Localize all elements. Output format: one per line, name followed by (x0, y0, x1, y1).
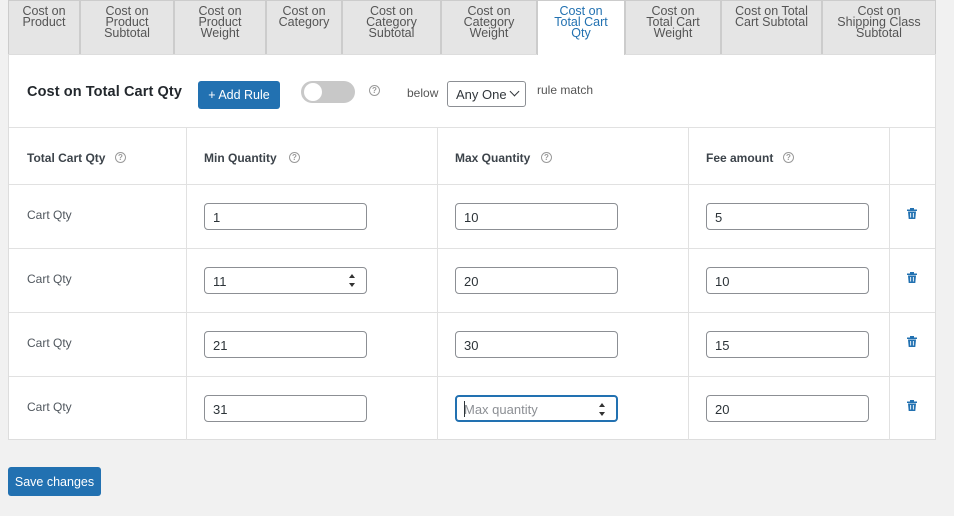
question-circle-icon[interactable]: ? (783, 152, 794, 163)
tab-cost-on-total-cart-weight[interactable]: Cost on Total Cart Weight (625, 0, 721, 54)
save-changes-button[interactable]: Save changes (8, 467, 101, 496)
column-divider (186, 128, 187, 440)
question-circle-icon[interactable]: ? (541, 152, 552, 163)
tab-label: Cost on Category Weight (463, 4, 515, 40)
panel-title: Cost on Total Cart Qty (27, 84, 182, 100)
column-divider (889, 128, 890, 440)
tab-label: Cost on Shipping Class Subtotal (837, 4, 921, 40)
column-header-max-quantity: Max Quantity (455, 151, 530, 165)
tab-label: Cost on Total Cart Weight (646, 4, 700, 40)
column-header-fee-amount: Fee amount (706, 151, 773, 165)
rules-panel: Cost on Total Cart Qty + Add Rule ? belo… (8, 54, 936, 440)
row-divider (9, 184, 935, 185)
tab-label: Cost on Total Cart Qty (554, 4, 608, 40)
column-divider (688, 128, 689, 440)
tab-cost-on-product[interactable]: Cost on Product (8, 0, 80, 54)
tab-cost-on-total-cart-subtotal[interactable]: Cost on Total Cart Subtotal (721, 0, 822, 54)
tab-cost-on-category[interactable]: Cost on Category (266, 0, 342, 54)
column-header-label: Total Cart Qty (27, 151, 106, 165)
row-divider (9, 376, 935, 377)
input-value: 11 (213, 274, 227, 289)
question-circle-icon[interactable]: ? (289, 152, 300, 163)
enable-toggle[interactable] (301, 81, 355, 103)
tab-label: Cost on Product Subtotal (104, 4, 150, 40)
question-circle-icon[interactable]: ? (115, 152, 126, 163)
input-value: 1 (213, 210, 221, 225)
min-quantity-input[interactable]: 21 (204, 331, 367, 358)
fee-amount-input[interactable]: 20 (706, 395, 869, 422)
match-select[interactable]: Any One (447, 81, 526, 107)
tab-cost-on-shipping-class-subtotal[interactable]: Cost on Shipping Class Subtotal (822, 0, 936, 54)
below-label: below (407, 86, 439, 100)
tab-cost-on-total-cart-qty[interactable]: Cost on Total Cart Qty (537, 0, 625, 55)
tab-label: Cost on Product Weight (198, 4, 242, 40)
trash-icon[interactable] (907, 336, 917, 347)
toggle-knob (304, 83, 322, 101)
fee-amount-input[interactable]: 5 (706, 203, 869, 230)
input-value: 30 (464, 338, 479, 353)
input-value: 10 (715, 274, 730, 289)
tab-cost-on-product-subtotal[interactable]: Cost on Product Subtotal (80, 0, 174, 54)
trash-icon[interactable] (907, 208, 917, 219)
min-quantity-input[interactable]: 11 (204, 267, 367, 294)
column-header-label: Fee amount (706, 151, 774, 165)
input-value: 21 (213, 338, 228, 353)
input-value: 20 (715, 402, 730, 417)
tab-cost-on-category-subtotal[interactable]: Cost on Category Subtotal (342, 0, 441, 54)
spinner-arrows-icon[interactable] (349, 272, 357, 289)
tab-bar: Cost on Product Cost on Product Subtotal… (8, 0, 936, 55)
rule-match-label: rule match (537, 83, 594, 97)
min-quantity-input[interactable]: 31 (204, 395, 367, 422)
tab-cost-on-category-weight[interactable]: Cost on Category Weight (441, 0, 537, 54)
row-divider (9, 248, 935, 249)
text-cursor (464, 401, 465, 417)
tab-label: Cost on Total Cart Subtotal (735, 4, 808, 29)
input-placeholder: Max quantity (464, 402, 538, 417)
match-select-value: Any One (456, 87, 507, 102)
min-quantity-input[interactable]: 1 (204, 203, 367, 230)
trash-icon[interactable] (907, 272, 917, 283)
panel-header: Cost on Total Cart Qty + Add Rule ? belo… (9, 55, 935, 128)
column-header-total-cart-qty: Total Cart Qty (27, 151, 105, 165)
row-divider (9, 312, 935, 313)
input-value: 31 (213, 402, 228, 417)
max-quantity-input[interactable]: Max quantity (455, 395, 618, 422)
input-value: 5 (715, 210, 723, 225)
tab-label: Cost on Category Subtotal (366, 4, 417, 40)
input-value: 20 (464, 274, 479, 289)
input-value: 15 (715, 338, 730, 353)
max-quantity-input[interactable]: 10 (455, 203, 618, 230)
row-label: Cart Qty (27, 336, 72, 350)
column-header-min-quantity: Min Quantity (204, 151, 277, 165)
fee-amount-input[interactable]: 15 (706, 331, 869, 358)
row-label: Cart Qty (27, 400, 72, 414)
column-header-label: Min Quantity (204, 151, 277, 165)
row-label: Cart Qty (27, 208, 72, 222)
tab-label: Cost on Category (278, 4, 330, 29)
max-quantity-input[interactable]: 30 (455, 331, 618, 358)
fee-amount-input[interactable]: 10 (706, 267, 869, 294)
tab-label: Cost on Product (22, 4, 66, 29)
question-circle-icon[interactable]: ? (369, 85, 380, 96)
spinner-arrows-icon[interactable] (599, 401, 607, 418)
add-rule-button[interactable]: + Add Rule (198, 81, 280, 109)
tab-cost-on-product-weight[interactable]: Cost on Product Weight (174, 0, 266, 54)
row-label: Cart Qty (27, 272, 72, 286)
column-divider (437, 128, 438, 440)
column-header-label: Max Quantity (455, 151, 531, 165)
trash-icon[interactable] (907, 400, 917, 411)
max-quantity-input[interactable]: 20 (455, 267, 618, 294)
input-value: 10 (464, 210, 479, 225)
chevron-down-icon (509, 86, 520, 97)
